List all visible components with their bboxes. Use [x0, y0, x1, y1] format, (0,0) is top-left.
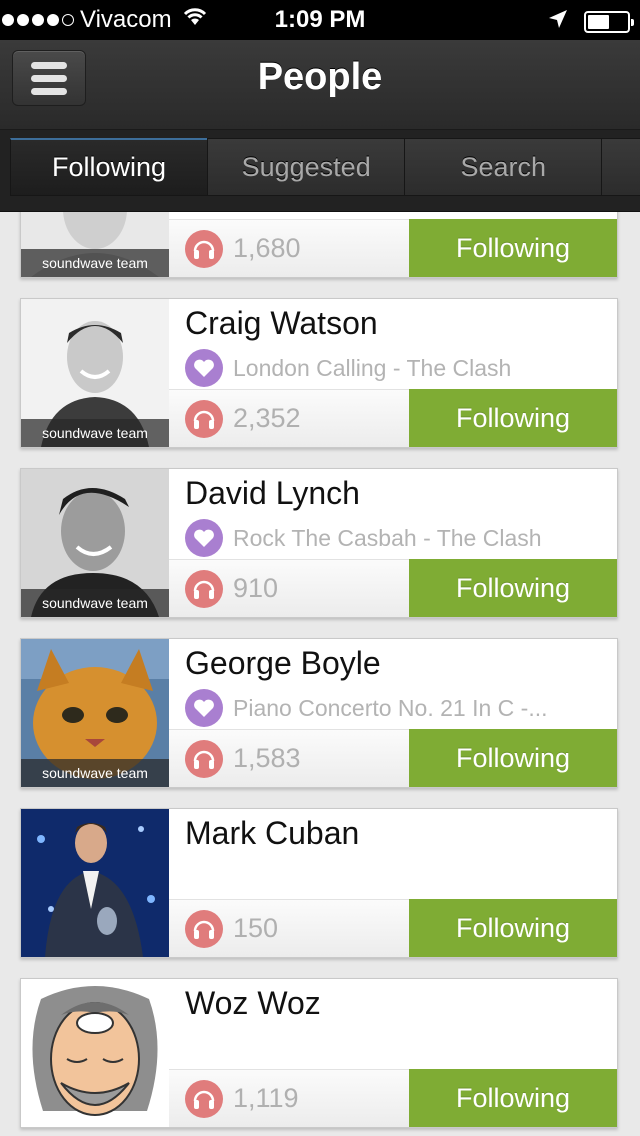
signal-strength-icon [2, 14, 74, 26]
navigation-bar: People [0, 40, 640, 130]
avatar-image [21, 979, 169, 1127]
avatar[interactable]: soundwave team [21, 212, 169, 277]
headphones-icon [185, 569, 223, 608]
heart-icon [185, 689, 223, 727]
following-button[interactable]: Following [409, 219, 617, 277]
listen-count: 150 [233, 913, 279, 943]
now-playing: London Calling - The Clash [185, 349, 617, 387]
avatar[interactable]: soundwave team [21, 299, 169, 447]
person-card[interactable]: soundwave team Craig Watson London Calli… [20, 298, 618, 448]
person-name: Woz Woz [185, 985, 321, 1021]
avatar-badge: soundwave team [21, 589, 169, 617]
song-title: London Calling - The Clash [233, 354, 512, 381]
listen-count: 2,352 [233, 403, 301, 433]
avatar[interactable] [21, 809, 169, 957]
listen-count: 1,680 [233, 233, 301, 263]
avatar-badge: soundwave team [21, 759, 169, 787]
now-playing: Rock The Casbah - The Clash [185, 519, 617, 557]
heart-icon [185, 349, 223, 387]
location-arrow-icon [548, 8, 568, 36]
person-card[interactable]: soundwave team George Boyle Piano Concer… [20, 638, 618, 788]
tab-search[interactable]: Search [404, 138, 602, 196]
wifi-icon [182, 6, 208, 34]
listen-count: 1,583 [233, 743, 301, 773]
avatar-image [21, 809, 169, 957]
listen-count: 910 [233, 573, 279, 603]
listen-stats: 910 [169, 559, 411, 617]
tab-bar: Following Suggested Search [0, 130, 640, 212]
listen-stats: 1,680 [169, 219, 411, 277]
person-card[interactable]: Woz Woz 1,119 Following [20, 978, 618, 1128]
tab-suggested[interactable]: Suggested [207, 138, 405, 196]
status-right [548, 8, 634, 36]
person-name: Craig Watson [185, 305, 378, 341]
person-card[interactable]: soundwave team David Lynch Rock The Casb… [20, 468, 618, 618]
listen-stats: 1,583 [169, 729, 411, 787]
status-bar: Vivacom 1:09 PM [0, 0, 640, 40]
heart-icon [185, 519, 223, 557]
listen-stats: 150 [169, 899, 411, 957]
tab-following[interactable]: Following [10, 138, 208, 196]
headphones-icon [185, 1079, 223, 1118]
headphones-icon [185, 229, 223, 268]
following-button[interactable]: Following [409, 729, 617, 787]
following-button[interactable]: Following [409, 559, 617, 617]
avatar[interactable]: soundwave team [21, 639, 169, 787]
headphones-icon [185, 909, 223, 948]
person-name: George Boyle [185, 645, 381, 681]
tab-overflow[interactable] [601, 138, 640, 196]
listen-count: 1,119 [233, 1083, 299, 1113]
status-left: Vivacom [0, 6, 250, 34]
person-card[interactable]: Mark Cuban 150 Following [20, 808, 618, 958]
page-title: People [257, 56, 383, 98]
headphones-icon [185, 739, 223, 778]
song-title: Rock The Casbah - The Clash [233, 524, 542, 551]
following-button[interactable]: Following [409, 899, 617, 957]
avatar-badge: soundwave team [21, 419, 169, 447]
people-list[interactable]: soundwave team 1,680 Following soundwave… [0, 212, 640, 1136]
song-title: Piano Concerto No. 21 In C -... [233, 694, 548, 721]
listen-stats: 2,352 [169, 389, 411, 447]
person-name: Mark Cuban [185, 815, 360, 851]
following-button[interactable]: Following [409, 1069, 617, 1127]
listen-stats: 1,119 [169, 1069, 411, 1127]
person-name: David Lynch [185, 475, 360, 511]
now-playing: Piano Concerto No. 21 In C -... [185, 689, 617, 727]
person-card[interactable]: soundwave team 1,680 Following [20, 212, 618, 278]
avatar[interactable]: soundwave team [21, 469, 169, 617]
headphones-icon [185, 399, 223, 438]
following-button[interactable]: Following [409, 389, 617, 447]
avatar-badge: soundwave team [21, 249, 169, 277]
battery-icon [584, 11, 634, 33]
avatar[interactable] [21, 979, 169, 1127]
carrier-name: Vivacom [80, 6, 172, 33]
